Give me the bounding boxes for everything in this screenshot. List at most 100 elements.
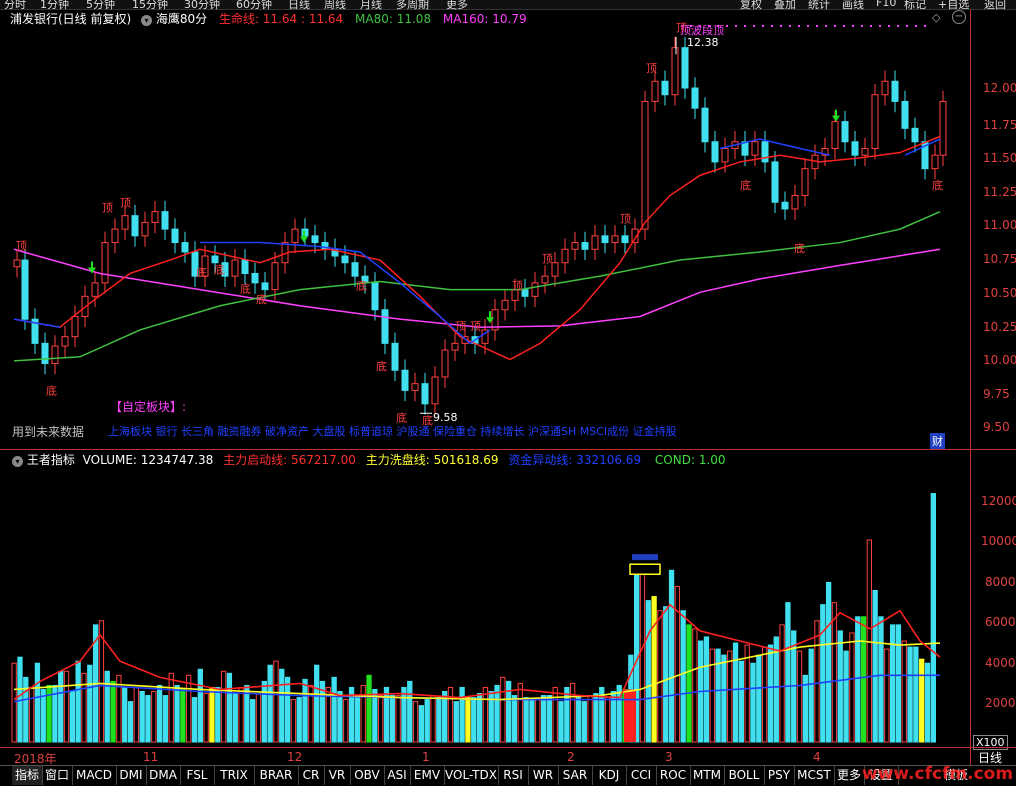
- dot-marker: [888, 25, 890, 27]
- tab-22[interactable]: PSY: [764, 766, 795, 785]
- custom-block-list[interactable]: 上海板块 银行 长三角 融资融券 破净资产 大盘股 标普道琼 沪股通 保险重仓 …: [108, 423, 677, 439]
- price-tick: 11.00: [983, 218, 1016, 232]
- volume-bar: [174, 684, 180, 743]
- volume-bar: [651, 596, 657, 743]
- month-label: 1: [422, 750, 430, 764]
- volume-bar: [290, 699, 297, 743]
- volume-bar: [727, 650, 733, 743]
- tab-24[interactable]: 更多: [834, 766, 865, 785]
- bottom-marker: 底: [356, 279, 367, 293]
- volume-bar: [40, 688, 46, 743]
- candle-body: [571, 242, 579, 250]
- price-tick: 11.25: [983, 185, 1016, 199]
- tab-0[interactable]: 指标: [12, 766, 43, 785]
- tab-21[interactable]: BOLL: [724, 766, 765, 785]
- dot-marker: [816, 25, 818, 27]
- volume-bar: [412, 701, 419, 743]
- candle-body: [911, 127, 919, 143]
- volume-bar: [314, 664, 320, 743]
- volume-bar: [913, 646, 919, 743]
- top-marker: 顶: [120, 196, 131, 209]
- volume-bar: [122, 686, 128, 743]
- volume-bar: [744, 644, 750, 743]
- bottom-marker: 底: [740, 178, 751, 192]
- volume-bar: [523, 697, 529, 743]
- tab-6[interactable]: TRIX: [214, 766, 255, 785]
- volume-bar: [331, 676, 337, 743]
- candle-body: [661, 80, 669, 96]
- custom-block-title: 【自定板块】:: [110, 400, 187, 414]
- candle-body: [241, 259, 249, 274]
- buy-arrow-icon: [832, 109, 840, 122]
- volume-bar: [395, 695, 401, 743]
- tab-5[interactable]: FSL: [180, 766, 215, 785]
- tab-14[interactable]: RSI: [498, 766, 529, 785]
- volume-bar: [151, 691, 157, 743]
- tab-11[interactable]: ASI: [384, 766, 411, 785]
- volume-bar: [552, 686, 558, 743]
- high-price-label: 12.38: [687, 36, 719, 49]
- future-data-notice: 用到未来数据: [12, 425, 85, 439]
- price-tick: 10.50: [983, 286, 1016, 300]
- tab-23[interactable]: MCST: [794, 766, 835, 785]
- candle-body: [801, 168, 809, 197]
- tab-13[interactable]: VOL-TDX: [444, 766, 499, 785]
- dot-marker: [807, 25, 809, 27]
- volume-bar: [535, 699, 541, 743]
- volume-bar: [564, 686, 570, 743]
- volume-bar: [75, 660, 81, 743]
- volume-tick: 10000: [981, 534, 1016, 548]
- volume-bar: [58, 670, 64, 743]
- menu-item-f10[interactable]: F10: [876, 0, 896, 9]
- price-tick: 12.00: [983, 81, 1016, 95]
- volume-bar: [232, 693, 238, 743]
- volume-bar: [378, 695, 384, 743]
- candle-body: [771, 161, 779, 203]
- volume-bar: [28, 686, 35, 743]
- tab-15[interactable]: WR: [528, 766, 559, 785]
- tab-16[interactable]: SAR: [558, 766, 593, 785]
- volume-bar: [447, 686, 454, 743]
- tab-18[interactable]: CCI: [626, 766, 657, 785]
- dot-marker: [825, 25, 827, 27]
- candle-body: [939, 100, 947, 156]
- volume-bar: [343, 699, 349, 743]
- volume-bar: [267, 664, 273, 743]
- tab-17[interactable]: KDJ: [592, 766, 627, 785]
- volume-bar: [69, 691, 75, 743]
- tab-19[interactable]: ROC: [656, 766, 691, 785]
- price-chart[interactable]: 顶顶 顶顶 顶顶顶顶顶顶底底 底底底底底底 底底底底: [0, 10, 970, 450]
- candle-body: [21, 259, 29, 320]
- volume-bar: [785, 602, 791, 743]
- tab-1[interactable]: 窗口: [42, 766, 73, 785]
- bottom-marker: 底: [932, 178, 943, 192]
- finance-marker[interactable]: 财: [930, 433, 945, 449]
- ma160-line: [13, 248, 941, 328]
- month-label: 2: [567, 750, 575, 764]
- candle-body: [851, 141, 859, 156]
- candle-body: [211, 255, 219, 264]
- tab-20[interactable]: MTM: [690, 766, 725, 785]
- volume-bar: [500, 676, 506, 743]
- tab-3[interactable]: DMI: [116, 766, 147, 785]
- bottom-marker: 底: [256, 292, 267, 306]
- price-tick: 11.75: [983, 118, 1016, 132]
- candle-body: [651, 80, 659, 102]
- volume-bar: [849, 632, 855, 743]
- tab-7[interactable]: BRAR: [254, 766, 299, 785]
- volume-bar: [878, 616, 884, 743]
- tab-4[interactable]: DMA: [146, 766, 181, 785]
- tab-10[interactable]: OBV: [350, 766, 385, 785]
- volume-tick: 8000: [985, 575, 1016, 589]
- dot-marker: [780, 25, 782, 27]
- volume-bar: [616, 684, 622, 743]
- volume-chart[interactable]: [0, 450, 970, 746]
- candle-body: [681, 47, 689, 89]
- volume-bar: [558, 701, 564, 743]
- tab-8[interactable]: CR: [298, 766, 325, 785]
- candle-body: [401, 369, 409, 391]
- tab-2[interactable]: MACD: [72, 766, 117, 785]
- volume-bar: [750, 662, 756, 743]
- tab-9[interactable]: VR: [324, 766, 351, 785]
- tab-12[interactable]: EMV: [410, 766, 445, 785]
